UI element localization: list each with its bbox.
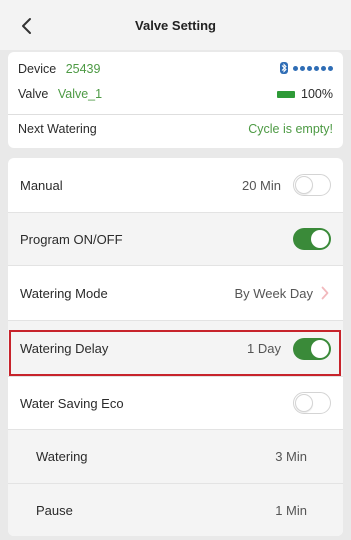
- watering-mode-value: By Week Day: [234, 285, 313, 301]
- app-header: Valve Setting: [0, 0, 351, 50]
- eco-pause-row[interactable]: Pause 1 Min: [8, 484, 343, 536]
- next-watering-value: Cycle is empty!: [248, 122, 333, 136]
- valve-label: Valve: [18, 87, 49, 101]
- signal-indicator: [280, 62, 333, 74]
- battery-icon: [277, 90, 296, 98]
- watering-mode-row[interactable]: Watering Mode By Week Day: [8, 266, 343, 320]
- signal-dot: [307, 65, 312, 71]
- manual-label: Manual: [20, 177, 63, 193]
- divider: [8, 114, 343, 115]
- next-watering-label: Next Watering: [18, 122, 97, 136]
- page-title: Valve Setting: [135, 18, 216, 33]
- watering-delay-row: Watering Delay 1 Day: [8, 321, 343, 376]
- device-label: Device: [18, 62, 57, 76]
- signal-dot: [328, 65, 333, 71]
- signal-dot: [293, 65, 298, 71]
- battery-level: 100%: [301, 87, 333, 101]
- watering-delay-toggle[interactable]: [293, 337, 331, 360]
- manual-row: Manual 20 Min: [8, 158, 343, 212]
- eco-watering-row[interactable]: Watering 3 Min: [8, 430, 343, 483]
- device-id: 25439: [65, 62, 101, 76]
- device-info-card: Device 25439 Valve Valve_1 100% Next Wat…: [8, 52, 343, 148]
- valve-name: Valve_1: [57, 87, 103, 101]
- watering-delay-label: Watering Delay: [20, 341, 109, 356]
- signal-dot: [300, 65, 305, 71]
- watering-mode-label: Watering Mode: [20, 285, 108, 301]
- signal-dot: [314, 65, 319, 71]
- water-saving-eco-row: Water Saving Eco: [8, 377, 343, 429]
- manual-toggle[interactable]: [293, 174, 331, 196]
- program-label: Program ON/OFF: [20, 231, 123, 247]
- program-toggle[interactable]: [293, 228, 331, 250]
- bluetooth-icon: [280, 62, 288, 74]
- eco-pause-value: 1 Min: [275, 502, 307, 518]
- water-saving-eco-label: Water Saving Eco: [20, 395, 124, 411]
- chevron-right-icon: [321, 286, 329, 300]
- eco-pause-label: Pause: [36, 502, 73, 518]
- manual-duration[interactable]: 20 Min: [242, 178, 281, 193]
- eco-watering-value: 3 Min: [275, 449, 307, 464]
- battery-indicator: 100%: [277, 87, 333, 101]
- eco-watering-label: Watering: [36, 449, 88, 464]
- signal-dot: [321, 65, 326, 71]
- settings-card: Manual 20 Min Program ON/OFF Watering Mo…: [8, 158, 343, 536]
- next-watering-row: Next Watering Cycle is empty!: [18, 122, 333, 136]
- water-saving-eco-toggle[interactable]: [293, 392, 331, 414]
- watering-delay-value[interactable]: 1 Day: [247, 341, 281, 356]
- program-row: Program ON/OFF: [8, 213, 343, 265]
